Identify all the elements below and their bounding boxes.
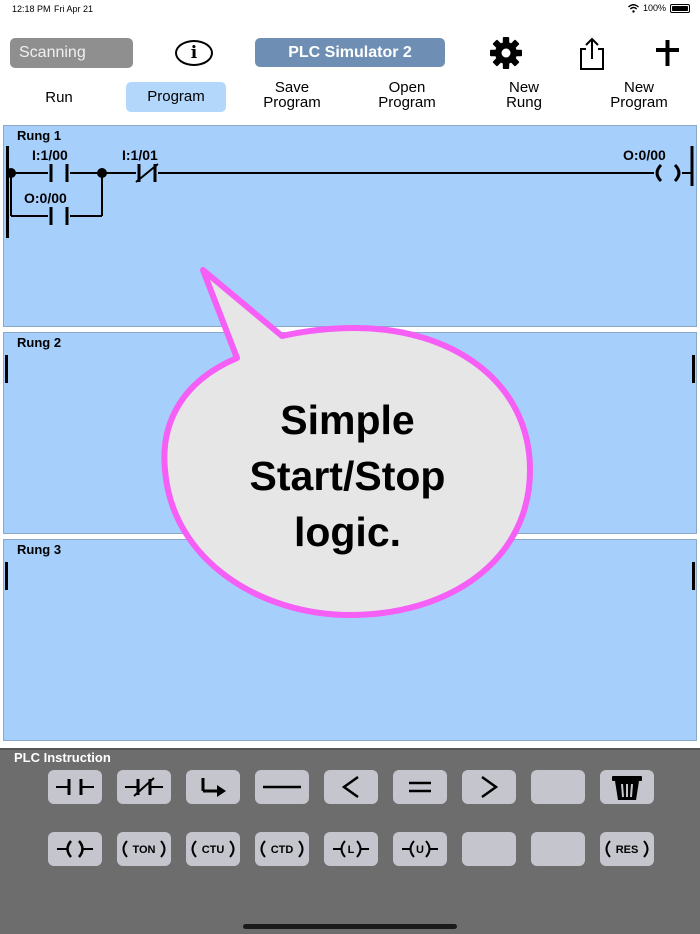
contact-no-icon[interactable] [49, 164, 69, 182]
top-toolbar: Scanning i PLC Simulator 2 [0, 30, 700, 76]
coil-icon [57, 840, 93, 858]
less-than-button[interactable] [324, 770, 378, 804]
wifi-icon [628, 3, 639, 13]
reset-button[interactable]: RES [600, 832, 654, 866]
count-down-button[interactable]: CTD [255, 832, 309, 866]
new-program-line2: Program [610, 94, 668, 111]
svg-text:CTU: CTU [202, 844, 225, 856]
save-program-line1: Save [274, 79, 310, 96]
home-indicator[interactable] [243, 924, 457, 929]
equal-button[interactable] [393, 770, 447, 804]
open-program-button[interactable]: Open Program [362, 80, 452, 110]
branch-icon [201, 778, 226, 797]
rung-label: Rung 3 [17, 542, 62, 557]
svg-text:CTD: CTD [271, 844, 294, 856]
coil-address: O:0/00 [623, 147, 666, 163]
greater-than-icon [481, 775, 499, 799]
new-rung-line1: New [508, 79, 539, 96]
new-rung-button[interactable]: New Rung [488, 80, 560, 110]
add-button[interactable] [648, 36, 688, 70]
res-icon: RES [605, 840, 649, 858]
info-button[interactable]: i [175, 40, 213, 66]
open-program-line2: Program [378, 94, 436, 111]
horizontal-wire-icon [263, 785, 301, 789]
new-program-line1: New [623, 79, 654, 96]
empty-button[interactable] [531, 832, 585, 866]
new-program-button[interactable]: New Program [594, 80, 684, 110]
delete-button[interactable] [600, 770, 654, 804]
app-title-button[interactable]: PLC Simulator 2 [255, 38, 445, 67]
scanning-button[interactable]: Scanning [10, 38, 133, 68]
trash-icon [612, 776, 642, 800]
branch-button[interactable] [186, 770, 240, 804]
contact-address: O:0/00 [24, 190, 67, 206]
ton-icon: TON [122, 840, 166, 858]
run-tab[interactable]: Run [28, 90, 90, 105]
callout-line: logic. [293, 509, 402, 555]
no-contact-icon [56, 779, 94, 795]
nc-contact-button[interactable] [117, 770, 171, 804]
less-than-icon [341, 775, 359, 799]
callout-text: Simple Start/Stop logic. [200, 392, 495, 560]
output-coil-icon[interactable] [655, 163, 681, 183]
svg-text:L: L [348, 844, 355, 856]
ctd-icon: CTD [260, 840, 304, 858]
program-tab[interactable]: Program [126, 82, 226, 112]
timer-on-button[interactable]: TON [117, 832, 171, 866]
ctu-icon: CTU [191, 840, 235, 858]
unlatch-button[interactable]: U [393, 832, 447, 866]
right-power-rail [692, 562, 695, 590]
contact-nc-icon[interactable] [135, 163, 159, 183]
right-power-rail [692, 355, 695, 383]
callout-line: Simple [280, 397, 415, 443]
no-contact-button[interactable] [48, 770, 102, 804]
nc-contact-icon [125, 777, 163, 797]
callout-line: Start/Stop [249, 453, 446, 499]
save-program-button[interactable]: Save Program [250, 80, 334, 110]
status-bar: 12:18 PM Fri Apr 21 100% [0, 0, 700, 18]
empty-button[interactable] [531, 770, 585, 804]
empty-button[interactable] [462, 832, 516, 866]
greater-than-button[interactable] [462, 770, 516, 804]
battery-icon [670, 3, 690, 13]
count-up-button[interactable]: CTU [186, 832, 240, 866]
coil-button[interactable] [48, 832, 102, 866]
mode-menu: Run Program Save Program Open Program Ne… [0, 80, 700, 118]
panel-title: PLC Instruction [14, 750, 111, 765]
rung-label: Rung 2 [17, 335, 62, 350]
status-date: Fri Apr 21 [54, 4, 94, 14]
instruction-panel: PLC Instruction TON CTU CTD L U RES [0, 748, 700, 934]
contact-address: I:1/01 [122, 147, 158, 163]
open-program-line1: Open [388, 79, 426, 96]
left-power-rail [5, 562, 8, 590]
battery-percent: 100% [642, 3, 666, 13]
svg-text:TON: TON [132, 844, 155, 856]
unlatch-icon: U [402, 840, 438, 858]
new-rung-line2: Rung [506, 94, 542, 111]
svg-text:U: U [416, 844, 424, 856]
plus-icon [656, 40, 679, 66]
share-icon [580, 37, 604, 70]
latch-icon: L [333, 840, 369, 858]
rung-3[interactable]: Rung 3 [3, 539, 697, 741]
status-time: 12:18 PM [12, 4, 51, 14]
equal-icon [409, 781, 431, 793]
left-power-rail [5, 355, 8, 383]
rung-1-ladder [6, 146, 694, 225]
contact-no-branch-icon[interactable] [49, 207, 69, 225]
status-right: 100% [628, 3, 690, 13]
svg-text:RES: RES [616, 844, 639, 856]
gear-icon [490, 37, 522, 69]
wire-button[interactable] [255, 770, 309, 804]
rung-1[interactable]: Rung 1 I:1/00 I:1/01 O:0/00 O:0/00 [3, 125, 697, 327]
latch-button[interactable]: L [324, 832, 378, 866]
settings-button[interactable] [484, 36, 524, 70]
share-button[interactable] [572, 36, 612, 70]
contact-address: I:1/00 [32, 147, 68, 163]
save-program-line2: Program [263, 94, 321, 111]
